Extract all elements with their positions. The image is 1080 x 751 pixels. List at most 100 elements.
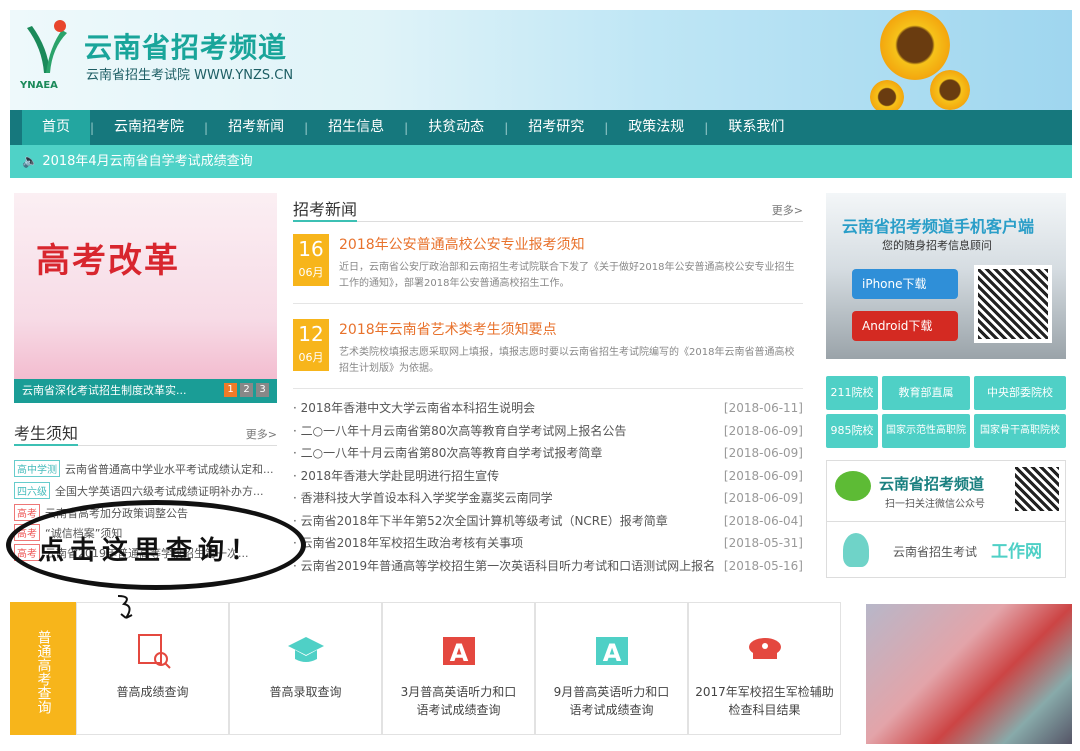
- notice-tag: 高中学测: [14, 460, 60, 477]
- news-more-link[interactable]: 更多>: [772, 202, 803, 218]
- category-moe-direct[interactable]: 教育部直属: [882, 376, 970, 410]
- news-date: [2018-06-04]: [724, 510, 803, 532]
- slider-page-1[interactable]: 1: [224, 383, 237, 397]
- date-month: 06月: [293, 349, 329, 365]
- letter-a-icon: A: [592, 631, 632, 671]
- svg-text:A: A: [450, 639, 469, 667]
- featured-news-summary: 艺术类院校填报志愿采取网上填报，填报志愿时要以云南省招生考试院编写的《2018年…: [339, 345, 801, 377]
- nav-research[interactable]: 招考研究: [508, 110, 604, 145]
- news-list-item[interactable]: · 香港科技大学首设本科入学奖学金嘉奖云南同学 [2018-06-09]: [293, 487, 803, 509]
- gaokao-query-label: 普通高考查询: [10, 602, 76, 735]
- nav-poverty[interactable]: 扶贫动态: [408, 110, 504, 145]
- score-query-button[interactable]: 普高成绩查询: [76, 602, 229, 735]
- news-link[interactable]: · 2018年香港中文大学云南省本科招生说明会: [293, 401, 535, 415]
- notice-tag: 四六级: [14, 482, 50, 499]
- military-cap-icon: [745, 631, 785, 671]
- score-query-label: 普高成绩查询: [77, 683, 228, 701]
- news-list-item[interactable]: · 云南省2018年军校招生政治考核有关事项[2018-05-31]: [293, 532, 803, 554]
- list-item[interactable]: 高中学测云南省普通高中学业水平考试成绩认定和...: [14, 460, 284, 477]
- military-check-query-button[interactable]: 2017年军校招生军检辅助检查科目结果: [688, 602, 841, 735]
- date-day: 12: [293, 319, 329, 349]
- news-list-item[interactable]: · 云南省2018年下半年第52次全国计算机等级考试（NCRE）报考简章 [201…: [293, 510, 803, 532]
- featured-news[interactable]: 1606月 2018年公安普通高校公安专业报考须知 近日，云南省公安厅政治部和云…: [293, 234, 803, 304]
- news-list-item[interactable]: · 2018年香港大学赴昆明进行招生宣传[2018-06-09]: [293, 465, 803, 487]
- news-link[interactable]: · 云南省2018年军校招生政治考核有关事项: [293, 536, 523, 550]
- admission-query-button[interactable]: 普高录取查询: [229, 602, 382, 735]
- march-english-query-button[interactable]: A 3月普高英语听力和口语考试成绩查询: [382, 602, 535, 735]
- nav-home[interactable]: 首页: [22, 110, 90, 145]
- news-date: [2018-06-11]: [724, 397, 803, 419]
- app-promo-title: 云南省招考频道手机客户端: [842, 213, 1034, 237]
- september-english-query-label: 9月普高英语听力和口语考试成绩查询: [536, 683, 687, 719]
- annotation-text: 点击这里查询！: [38, 530, 262, 567]
- nav-policy[interactable]: 政策法规: [608, 110, 704, 145]
- news-date: [2018-06-09]: [724, 442, 803, 464]
- android-download-button[interactable]: Android下载: [852, 311, 958, 341]
- iphone-download-button[interactable]: iPhone下载: [852, 269, 958, 299]
- slider-page-2[interactable]: 2: [240, 383, 253, 397]
- wechat-promo[interactable]: 云南省招考频道 扫一扫关注微信公众号 云南省招生考试 工作网: [826, 460, 1066, 578]
- site-title[interactable]: 云南省招考频道: [84, 26, 287, 66]
- wechat-icon: [835, 471, 871, 501]
- news-link[interactable]: · 云南省2018年下半年第52次全国计算机等级考试（NCRE）报考简章: [293, 514, 668, 528]
- news-date: [2018-05-16]: [724, 555, 803, 577]
- date-badge: 1206月: [293, 319, 329, 371]
- main-nav: 首页| 云南招考院| 招考新闻| 招生信息| 扶贫动态| 招考研究| 政策法规|…: [10, 110, 1072, 145]
- slider-page-3[interactable]: 3: [256, 383, 269, 397]
- notice-text: 全国大学英语四六级考试成绩证明补办方...: [55, 485, 264, 498]
- news-link[interactable]: · 2018年香港大学赴昆明进行招生宣传: [293, 469, 499, 483]
- category-985[interactable]: 985院校: [826, 414, 878, 448]
- work-network-label: 云南省招生考试: [893, 543, 977, 560]
- announcement-ticker: 🔈 2018年4月云南省自学考试成绩查询: [10, 145, 1072, 178]
- annotation-arrow-icon: [112, 592, 142, 622]
- category-211[interactable]: 211院校: [826, 376, 878, 410]
- logo-icon: [22, 18, 72, 78]
- featured-news-title[interactable]: 2018年云南省艺术类考生须知要点: [339, 319, 557, 339]
- news-link[interactable]: · 二○一八年十月云南省第80次高等教育自学考试报考简章: [293, 446, 602, 460]
- slider-title: 高考改革: [36, 233, 180, 282]
- svg-text:A: A: [603, 639, 622, 667]
- wechat-qr-code: [1011, 463, 1063, 515]
- notices-header: 考生须知更多>: [14, 420, 277, 446]
- list-item[interactable]: 四六级全国大学英语四六级考试成绩证明补办方...: [14, 482, 284, 499]
- news-list-item[interactable]: · 云南省2019年普通高等学校招生第一次英语科目听力考试和口语测试网上报名 [2…: [293, 555, 803, 577]
- search-document-icon: [133, 631, 173, 671]
- news-list-item[interactable]: · 2018年香港中文大学云南省本科招生说明会 [2018-06-11]: [293, 397, 803, 419]
- date-badge: 1606月: [293, 234, 329, 286]
- nav-exam-institute[interactable]: 云南招考院: [94, 110, 204, 145]
- september-english-query-button[interactable]: A 9月普高英语听力和口语考试成绩查询: [535, 602, 688, 735]
- news-link[interactable]: · 云南省2019年普通高等学校招生第一次英语科目听力考试和口语测试网上报名: [293, 559, 715, 573]
- news-link[interactable]: · 二○一八年十月云南省第80次高等教育自学考试网上报名公告: [293, 424, 626, 438]
- admission-query-label: 普高录取查询: [230, 683, 381, 701]
- letter-a-icon: A: [439, 631, 479, 671]
- nav-contact[interactable]: 联系我们: [708, 110, 804, 145]
- march-english-query-label: 3月普高英语听力和口语考试成绩查询: [383, 683, 534, 719]
- category-key-vocational[interactable]: 国家骨干高职院校: [974, 414, 1066, 448]
- category-demo-vocational[interactable]: 国家示范性高职院: [882, 414, 970, 448]
- news-list-item[interactable]: · 二○一八年十月云南省第80次高等教育自学考试网上报名公告 [2018-06-0…: [293, 420, 803, 442]
- featured-news[interactable]: 1206月 2018年云南省艺术类考生须知要点 艺术类院校填报志愿采取网上填报，…: [293, 319, 803, 389]
- wechat-subtitle: 扫一扫关注微信公众号: [885, 495, 985, 510]
- news-date: [2018-06-09]: [724, 487, 803, 509]
- news-date: [2018-06-09]: [724, 420, 803, 442]
- image-slider[interactable]: 高考改革 云南省深化考试招生制度改革实...: [14, 193, 277, 403]
- app-promo-subtitle: 您的随身招考信息顾问: [882, 237, 992, 253]
- date-month: 06月: [293, 264, 329, 280]
- graduation-cap-icon: [286, 631, 326, 671]
- ticker-link[interactable]: 2018年4月云南省自学考试成绩查询: [42, 154, 252, 169]
- category-central-ministry[interactable]: 中央部委院校: [974, 376, 1066, 410]
- nav-admission-info[interactable]: 招生信息: [308, 110, 404, 145]
- iphone-download-label: iPhone下载: [862, 277, 927, 291]
- nav-news[interactable]: 招考新闻: [208, 110, 304, 145]
- military-check-query-label: 2017年军校招生军检辅助检查科目结果: [689, 683, 840, 719]
- slider-caption[interactable]: 云南省深化考试招生制度改革实...: [14, 379, 277, 403]
- featured-news-title[interactable]: 2018年公安普通高校公安专业报考须知: [339, 234, 585, 254]
- featured-news-summary: 近日，云南省公安厅政治部和云南招生考试院联合下发了《关于做好2018年公安普通高…: [339, 260, 801, 292]
- app-qr-code: [974, 265, 1052, 343]
- news-title: 招考新闻: [293, 196, 357, 222]
- notices-more-link[interactable]: 更多>: [246, 426, 277, 442]
- speaker-icon: 🔈: [22, 154, 42, 169]
- news-header: 招考新闻 更多>: [293, 196, 803, 222]
- news-link[interactable]: · 香港科技大学首设本科入学奖学金嘉奖云南同学: [293, 491, 553, 505]
- news-list-item[interactable]: · 二○一八年十月云南省第80次高等教育自学考试报考简章 [2018-06-09]: [293, 442, 803, 464]
